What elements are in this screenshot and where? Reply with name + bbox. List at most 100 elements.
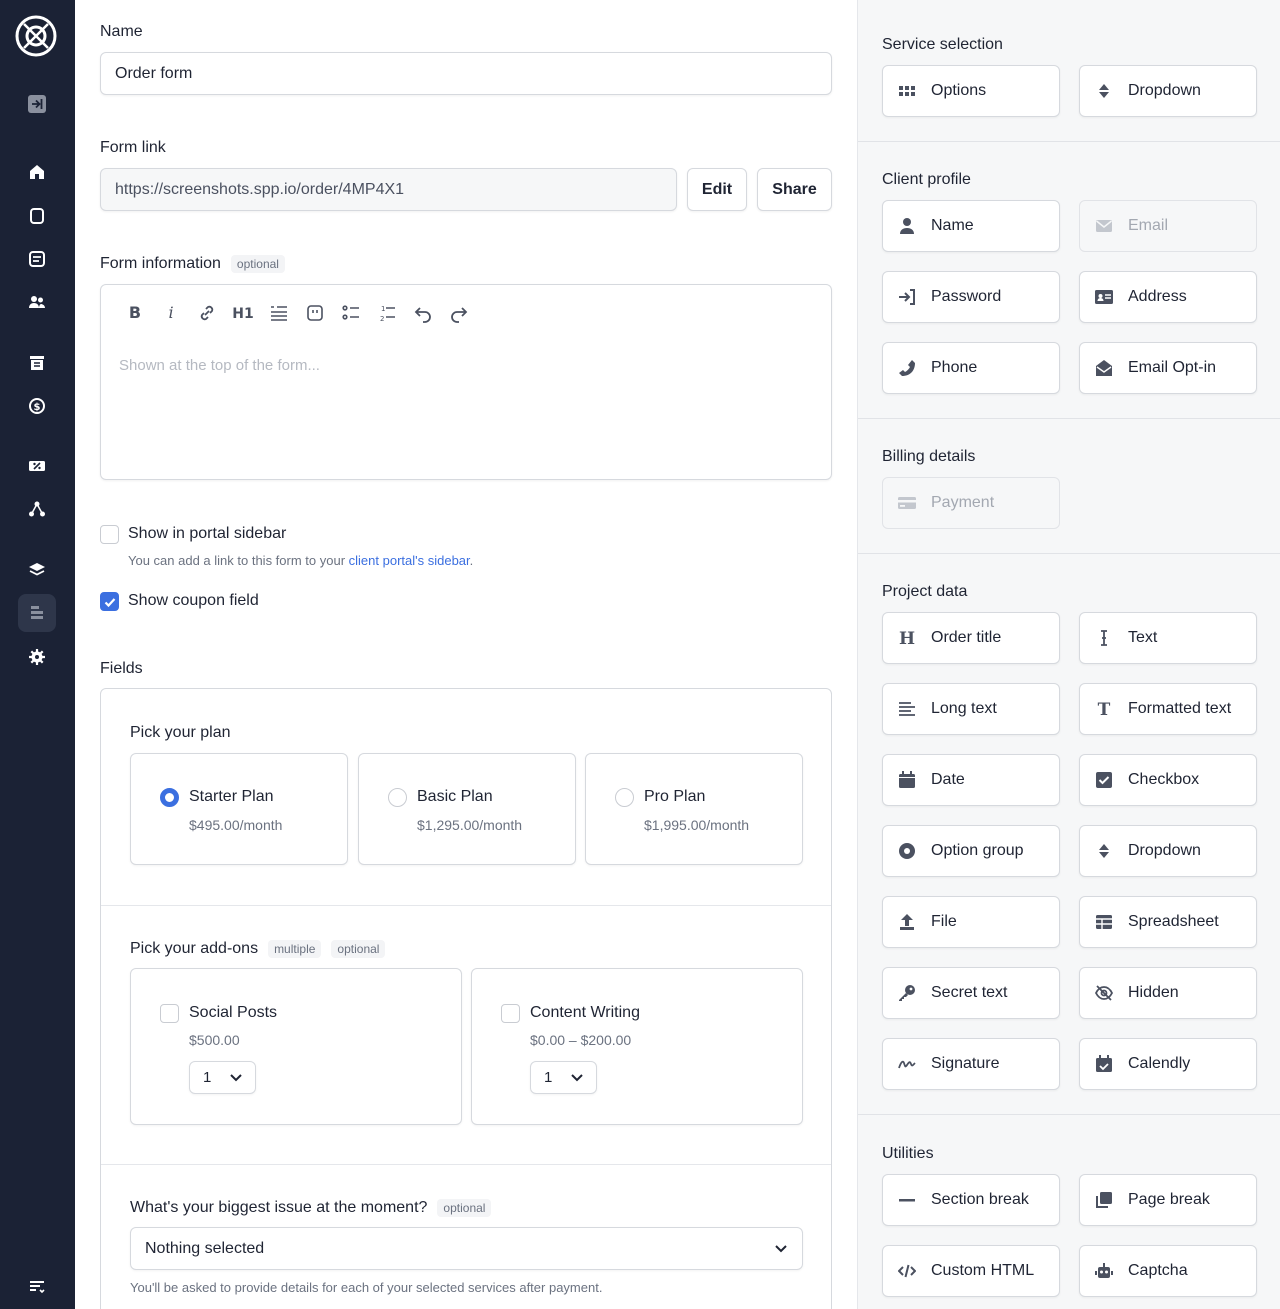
- affiliates-icon[interactable]: [18, 490, 56, 528]
- field-tile[interactable]: Page break: [1079, 1174, 1257, 1226]
- field-tile[interactable]: Address: [1079, 271, 1257, 323]
- plan-name: Basic Plan: [417, 788, 493, 805]
- checkmark-icon: [104, 598, 116, 608]
- undo-icon[interactable]: [405, 301, 441, 325]
- issue-dropdown[interactable]: Nothing selected: [130, 1227, 803, 1270]
- addon-checkbox[interactable]: [160, 1004, 179, 1023]
- field-tile[interactable]: Name: [882, 200, 1060, 252]
- show-in-sidebar-checkbox[interactable]: [100, 525, 119, 544]
- addon-card[interactable]: Social Posts $500.00 1: [130, 968, 462, 1125]
- forms-icon[interactable]: [18, 594, 56, 632]
- coupons-icon[interactable]: [18, 447, 56, 485]
- field-tile[interactable]: Dropdown: [1079, 825, 1257, 877]
- id-card-icon: [1094, 287, 1114, 307]
- field-tile[interactable]: Options: [882, 65, 1060, 117]
- show-in-sidebar-label: Show in portal sidebar: [128, 525, 287, 542]
- field-tile[interactable]: Section break: [882, 1174, 1060, 1226]
- layers-icon[interactable]: [18, 551, 56, 589]
- section-title: Project data: [882, 583, 968, 600]
- field-tile[interactable]: Hidden: [1079, 967, 1257, 1019]
- show-coupon-checkbox[interactable]: [100, 592, 119, 611]
- tile-label: Option group: [931, 842, 1024, 859]
- messages-icon[interactable]: [18, 240, 56, 278]
- editor-toolbar: B i H1 12: [117, 301, 477, 325]
- addon-quantity-select[interactable]: 1: [530, 1061, 597, 1094]
- collapse-sidebar-icon[interactable]: [18, 85, 56, 123]
- field-tile[interactable]: Checkbox: [1079, 754, 1257, 806]
- plan-radio[interactable]: [388, 788, 407, 807]
- addon-checkbox[interactable]: [501, 1004, 520, 1023]
- heading-1-icon[interactable]: H1: [225, 301, 261, 325]
- field-tile[interactable]: Signature: [882, 1038, 1060, 1090]
- plan-card[interactable]: Basic Plan $1,295.00/month: [358, 753, 576, 865]
- redo-icon[interactable]: [441, 301, 477, 325]
- home-icon[interactable]: [18, 153, 56, 191]
- field-tile[interactable]: Phone: [882, 342, 1060, 394]
- edit-link-button[interactable]: Edit: [687, 168, 747, 211]
- plan-price: $1,995.00/month: [644, 817, 750, 833]
- field-tile[interactable]: Date: [882, 754, 1060, 806]
- clients-icon[interactable]: [18, 283, 56, 321]
- settings-icon[interactable]: [18, 638, 56, 676]
- tile-label: Date: [931, 771, 965, 788]
- field-tile[interactable]: Password: [882, 271, 1060, 323]
- field-tile[interactable]: Custom HTML: [882, 1245, 1060, 1297]
- numbered-list-icon[interactable]: 12: [369, 301, 405, 325]
- logo-icon[interactable]: [14, 14, 58, 58]
- field-tile[interactable]: Captcha: [1079, 1245, 1257, 1297]
- services-icon[interactable]: [18, 344, 56, 382]
- form-link-input[interactable]: https://screenshots.spp.io/order/4MP4X1: [100, 168, 677, 211]
- share-link-button[interactable]: Share: [757, 168, 832, 211]
- svg-text:1: 1: [381, 305, 385, 313]
- bold-icon[interactable]: B: [117, 301, 153, 325]
- addon-quantity-select[interactable]: 1: [189, 1061, 256, 1094]
- changelog-icon[interactable]: [18, 1268, 56, 1306]
- italic-icon[interactable]: i: [153, 301, 189, 325]
- field-tile[interactable]: Spreadsheet: [1079, 896, 1257, 948]
- minus-icon: [897, 1190, 917, 1210]
- tile-label: Dropdown: [1128, 842, 1201, 859]
- field-tile[interactable]: Long text: [882, 683, 1060, 735]
- blockquote-icon[interactable]: [261, 301, 297, 325]
- plan-price: $1,295.00/month: [417, 817, 523, 833]
- bullet-list-icon[interactable]: [333, 301, 369, 325]
- field-tile[interactable]: T Formatted text: [1079, 683, 1257, 735]
- field-tile[interactable]: Dropdown: [1079, 65, 1257, 117]
- tile-label: Captcha: [1128, 1262, 1188, 1279]
- tile-label: Checkbox: [1128, 771, 1200, 788]
- client-portal-sidebar-link[interactable]: client portal's sidebar: [349, 553, 470, 568]
- billing-icon[interactable]: $: [18, 387, 56, 425]
- plan-card[interactable]: Pro Plan $1,995.00/month: [585, 753, 803, 865]
- sort-icon: [1094, 81, 1114, 101]
- rich-text-editor[interactable]: B i H1 12 Shown at the top of the form..…: [100, 284, 832, 480]
- sidebar-help-prefix: You can add a link to this form to your: [128, 553, 349, 568]
- name-input[interactable]: Order form: [100, 52, 832, 95]
- field-tile[interactable]: Text: [1079, 612, 1257, 664]
- heading-icon: H: [897, 628, 917, 648]
- tile-label: Formatted text: [1128, 700, 1232, 717]
- svg-text:T: T: [1098, 700, 1111, 718]
- link-icon[interactable]: [189, 301, 225, 325]
- tile-label: Calendly: [1128, 1055, 1191, 1072]
- plan-card[interactable]: Starter Plan $495.00/month: [130, 753, 348, 865]
- issue-help-text: You'll be asked to provide details for e…: [130, 1280, 603, 1295]
- field-tile[interactable]: Option group: [882, 825, 1060, 877]
- radio-icon: [897, 841, 917, 861]
- field-tile[interactable]: Secret text: [882, 967, 1060, 1019]
- addon-card[interactable]: Content Writing $0.00 – $200.00 1: [471, 968, 803, 1125]
- section-title: Utilities: [882, 1145, 934, 1162]
- field-tile[interactable]: File: [882, 896, 1060, 948]
- editor-placeholder: Shown at the top of the form...: [119, 357, 320, 374]
- field-tile[interactable]: H Order title: [882, 612, 1060, 664]
- align-left-icon: [897, 699, 917, 719]
- code-block-icon[interactable]: [297, 301, 333, 325]
- text-cursor-icon: [1094, 628, 1114, 648]
- plan-radio[interactable]: [160, 788, 179, 807]
- tile-label: Spreadsheet: [1128, 913, 1219, 930]
- field-tile[interactable]: Calendly: [1079, 1038, 1257, 1090]
- chevron-down-icon: [571, 1074, 583, 1082]
- field-tile[interactable]: Email Opt-in: [1079, 342, 1257, 394]
- tile-label: Address: [1128, 288, 1187, 305]
- inbox-icon[interactable]: [18, 197, 56, 235]
- plan-radio[interactable]: [615, 788, 634, 807]
